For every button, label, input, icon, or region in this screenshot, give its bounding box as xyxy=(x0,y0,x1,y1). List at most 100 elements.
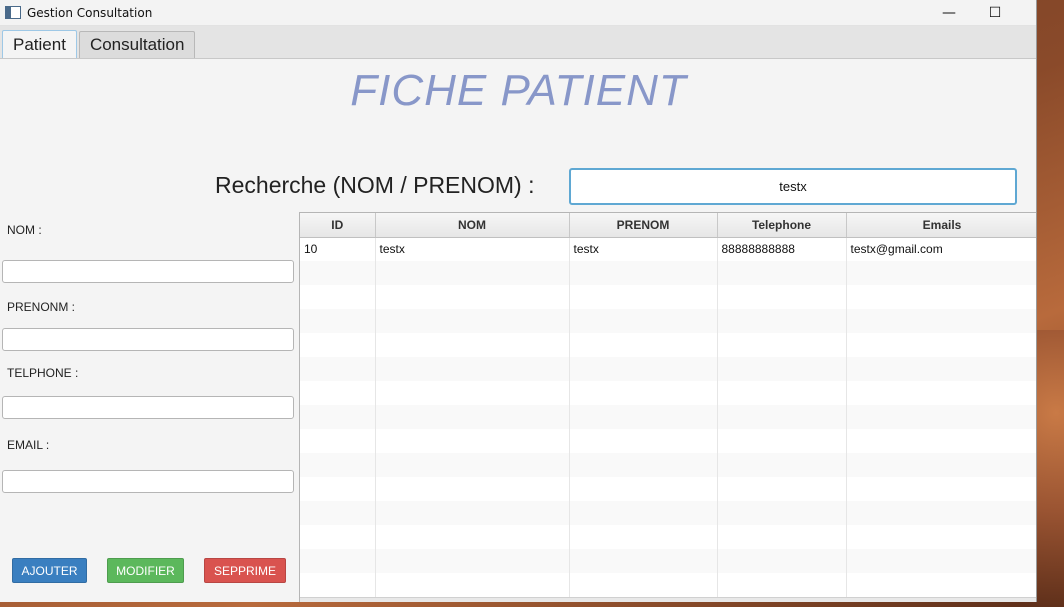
close-button[interactable]: ✕ xyxy=(1018,0,1036,26)
table-row-empty[interactable] xyxy=(300,381,1036,405)
table-cell-empty xyxy=(375,381,570,405)
table-row-empty[interactable] xyxy=(300,429,1036,453)
table-cell-empty xyxy=(717,381,847,405)
table-cell-empty xyxy=(717,285,847,309)
table-row-empty[interactable] xyxy=(300,501,1036,525)
table-cell-empty xyxy=(375,309,570,333)
search-input[interactable] xyxy=(569,168,1017,205)
email-field[interactable] xyxy=(2,470,294,493)
search-label: Recherche (NOM / PRENOM) : xyxy=(215,172,535,198)
table-cell-empty xyxy=(300,573,376,597)
app-icon xyxy=(5,6,21,19)
nom-field[interactable] xyxy=(2,260,294,283)
app-window: Gestion Consultation — ☐ ✕ Patient Consu… xyxy=(0,0,1037,602)
table-cell-empty xyxy=(569,525,718,549)
table-cell-empty xyxy=(846,573,1036,597)
table-cell-empty xyxy=(846,357,1036,381)
table-row-empty[interactable] xyxy=(300,573,1036,597)
table-cell-empty xyxy=(569,429,718,453)
column-header-telephone[interactable]: Telephone xyxy=(717,213,847,238)
maximize-button[interactable]: ☐ xyxy=(972,0,1018,26)
table-cell-empty xyxy=(300,285,376,309)
column-header-id[interactable]: ID xyxy=(300,213,376,238)
table-cell-empty xyxy=(717,477,847,501)
table-cell-empty xyxy=(846,501,1036,525)
tab-bar: Patient Consultation xyxy=(0,26,1036,59)
horizontal-scrollbar[interactable] xyxy=(300,597,1036,602)
column-header-nom[interactable]: NOM xyxy=(375,213,570,238)
table-cell-empty xyxy=(717,453,847,477)
edit-button[interactable]: MODIFIER xyxy=(107,558,184,583)
table-row-empty[interactable] xyxy=(300,477,1036,501)
cell-id: 10 xyxy=(300,237,376,261)
table-cell-empty xyxy=(717,309,847,333)
table-cell-empty xyxy=(375,453,570,477)
table-row-empty[interactable] xyxy=(300,261,1036,285)
table-cell-empty xyxy=(846,285,1036,309)
table-cell-empty xyxy=(846,405,1036,429)
table-cell-empty xyxy=(375,285,570,309)
window-controls: — ☐ ✕ xyxy=(926,0,1036,26)
table-cell-empty xyxy=(846,453,1036,477)
tab-consultation[interactable]: Consultation xyxy=(78,31,196,58)
table-cell-empty xyxy=(569,549,718,573)
table-row-empty[interactable] xyxy=(300,549,1036,573)
table-row-empty[interactable] xyxy=(300,285,1036,309)
column-header-emails[interactable]: Emails xyxy=(846,213,1036,238)
table-cell-empty xyxy=(375,333,570,357)
table-cell-empty xyxy=(569,381,718,405)
table-cell-empty xyxy=(300,501,376,525)
table-cell-empty xyxy=(717,501,847,525)
table-row-empty[interactable] xyxy=(300,525,1036,549)
table-row-empty[interactable] xyxy=(300,453,1036,477)
add-button[interactable]: AJOUTER xyxy=(12,558,87,583)
table-row-empty[interactable] xyxy=(300,405,1036,429)
prenom-field[interactable] xyxy=(2,328,294,351)
table-cell-empty xyxy=(569,405,718,429)
table-cell-empty xyxy=(717,357,847,381)
cell-telephone: 88888888888 xyxy=(717,237,847,261)
table-cell-empty xyxy=(846,261,1036,285)
table-cell-empty xyxy=(717,405,847,429)
table-cell-empty xyxy=(846,429,1036,453)
table-row-empty[interactable] xyxy=(300,309,1036,333)
patient-table[interactable]: ID NOM PRENOM Telephone Emails 10 testx … xyxy=(299,212,1036,602)
email-label: EMAIL : xyxy=(7,438,50,452)
tab-patient[interactable]: Patient xyxy=(2,30,77,58)
table-cell-empty xyxy=(300,405,376,429)
table-cell-empty xyxy=(375,357,570,381)
table-cell-empty xyxy=(846,309,1036,333)
delete-button[interactable]: SEPPRIME xyxy=(204,558,286,583)
table-cell-empty xyxy=(300,525,376,549)
table-cell-empty xyxy=(569,477,718,501)
table-cell-empty xyxy=(569,285,718,309)
column-header-prenom[interactable]: PRENOM xyxy=(569,213,718,238)
table-row[interactable]: 10 testx testx 88888888888 testx@gmail.c… xyxy=(300,237,1036,261)
table-cell-empty xyxy=(375,525,570,549)
telephone-field[interactable] xyxy=(2,396,294,419)
table-cell-empty xyxy=(569,453,718,477)
table-cell-empty xyxy=(717,261,847,285)
table-row-empty[interactable] xyxy=(300,333,1036,357)
table-cell-empty xyxy=(375,477,570,501)
table-cell-empty xyxy=(300,357,376,381)
table-cell-empty xyxy=(846,525,1036,549)
table-cell-empty xyxy=(375,573,570,597)
minimize-button[interactable]: — xyxy=(926,0,972,26)
table-cell-empty xyxy=(300,453,376,477)
table-cell-empty xyxy=(300,381,376,405)
table-cell-empty xyxy=(300,333,376,357)
table-cell-empty xyxy=(717,525,847,549)
table-cell-empty xyxy=(300,309,376,333)
table-cell-empty xyxy=(375,501,570,525)
cell-prenom: testx xyxy=(569,237,718,261)
table-cell-empty xyxy=(569,309,718,333)
table-row-empty[interactable] xyxy=(300,357,1036,381)
table-cell-empty xyxy=(375,405,570,429)
table-cell-empty xyxy=(569,357,718,381)
page-title: FICHE PATIENT xyxy=(350,66,687,115)
cell-email: testx@gmail.com xyxy=(846,237,1036,261)
title-bar: Gestion Consultation — ☐ ✕ xyxy=(0,0,1036,26)
telephone-label: TELPHONE : xyxy=(7,366,79,380)
window-title: Gestion Consultation xyxy=(27,5,153,20)
